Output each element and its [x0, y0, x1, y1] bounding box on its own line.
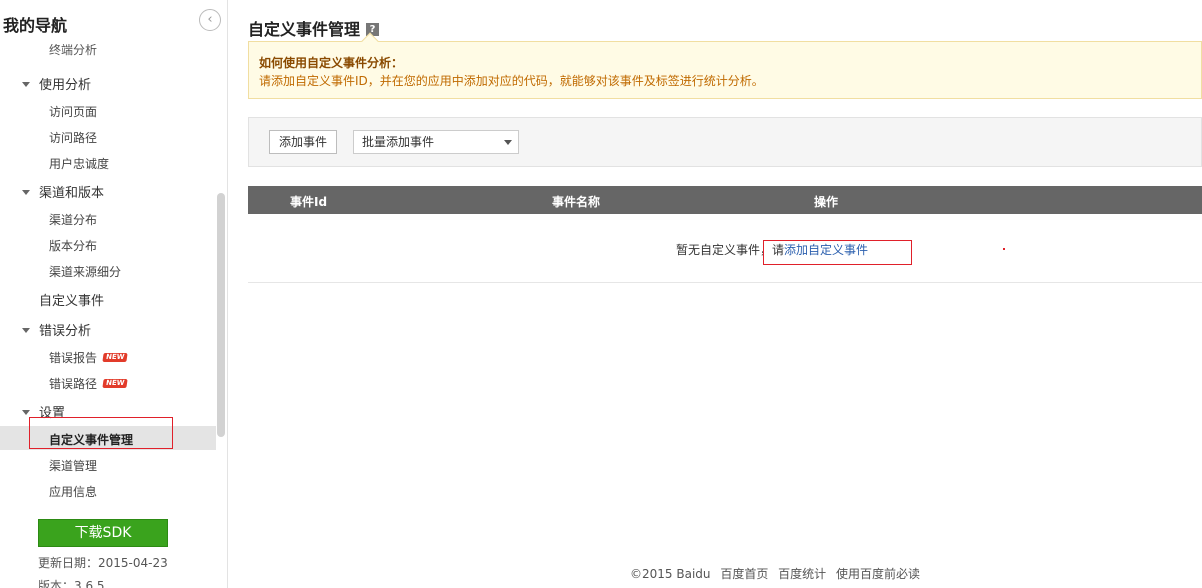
column-header-event-id: 事件Id: [290, 195, 328, 209]
update-date: 更新日期：2015-04-23: [38, 556, 168, 570]
expand-triangle-icon: [22, 82, 30, 87]
footer-link-baidu-tongji[interactable]: 百度统计: [778, 567, 826, 581]
sidebar-item-visit-pages[interactable]: 访问页面: [49, 103, 97, 120]
footer-link-baidu-home[interactable]: 百度首页: [720, 567, 768, 581]
toolbar: 添加事件 批量添加事件: [248, 117, 1202, 167]
chevron-down-icon: [504, 140, 512, 145]
download-sdk-button[interactable]: 下载SDK: [38, 519, 168, 547]
red-dot-mark: [1003, 248, 1005, 250]
footer-copyright: ©2015 Baidu: [630, 567, 711, 581]
batch-add-select[interactable]: 批量添加事件: [353, 130, 519, 154]
sidebar-item-label: 错误报告: [49, 351, 98, 365]
new-badge: NEW: [102, 353, 129, 362]
sidebar-item-label: 错误路径: [49, 377, 98, 391]
sidebar-item-channel-distribution[interactable]: 渠道分布: [49, 211, 97, 228]
sidebar-item-visit-paths[interactable]: 访问路径: [49, 129, 97, 146]
collapse-sidebar-icon[interactable]: ‹: [199, 9, 221, 31]
page-title-text: 自定义事件管理: [248, 20, 361, 39]
sidebar-item-user-loyalty[interactable]: 用户忠诚度: [49, 155, 109, 172]
new-badge: NEW: [102, 379, 129, 388]
sidebar-item-label: 终端分析: [49, 44, 98, 57]
nav-title: 我的导航: [3, 16, 68, 35]
highlight-box: [29, 417, 173, 449]
sidebar-item-custom-events[interactable]: 自定义事件: [39, 290, 104, 309]
table-header: 事件Id 事件名称 操作: [248, 186, 1202, 214]
notice-title: 如何使用自定义事件分析：: [259, 56, 404, 70]
footer-link-terms[interactable]: 使用百度前必读: [836, 567, 920, 581]
column-header-event-name: 事件名称: [552, 195, 601, 209]
footer: ©2015 Baidu 百度首页 百度统计 使用百度前必读: [630, 565, 926, 582]
sidebar-item-error-report[interactable]: 错误报告 NEW: [49, 349, 129, 366]
sidebar-item-channel-management[interactable]: 渠道管理: [49, 457, 97, 474]
sidebar-item-app-info[interactable]: 应用信息: [49, 483, 97, 500]
highlight-box: [763, 240, 912, 265]
notice-box: 如何使用自定义事件分析： 请添加自定义事件ID，并在您的应用中添加对应的代码，就…: [248, 32, 1202, 99]
sidebar-group-usage[interactable]: 使用分析: [22, 74, 91, 93]
sidebar-item-version-distribution[interactable]: 版本分布: [49, 237, 97, 254]
sidebar-item-channel-source[interactable]: 渠道来源细分: [49, 263, 121, 280]
notice-text: 请添加自定义事件ID，并在您的应用中添加对应的代码，就能够对该事件及标签进行统计…: [259, 74, 764, 88]
table-body: 暂无自定义事件，请添加自定义事件: [248, 214, 1202, 283]
expand-triangle-icon: [22, 190, 30, 195]
sidebar-group-channel-version[interactable]: 渠道和版本: [22, 182, 104, 201]
sidebar-scrollbar[interactable]: [217, 193, 225, 437]
add-event-button[interactable]: 添加事件: [269, 130, 337, 154]
expand-triangle-icon: [22, 328, 30, 333]
batch-add-select-value: 批量添加事件: [362, 135, 435, 149]
sidebar-item-terminal-analysis[interactable]: 终端分析: [49, 44, 97, 60]
sidebar-group-label: 使用分析: [39, 78, 92, 93]
page-title: 自定义事件管理?: [248, 16, 380, 40]
sidebar: 我的导航 ‹ 终端分析 使用分析 访问页面 访问路径 用户忠诚度 渠道和版本 渠…: [0, 0, 228, 588]
sidebar-group-label: 渠道和版本: [39, 186, 105, 201]
version-text: 版本：3.6.5: [38, 579, 105, 588]
sidebar-item-error-path[interactable]: 错误路径 NEW: [49, 375, 129, 392]
expand-triangle-icon: [22, 410, 30, 415]
column-header-actions: 操作: [814, 195, 839, 209]
sidebar-group-error-analysis[interactable]: 错误分析: [22, 320, 91, 339]
sidebar-group-label: 错误分析: [39, 324, 92, 339]
